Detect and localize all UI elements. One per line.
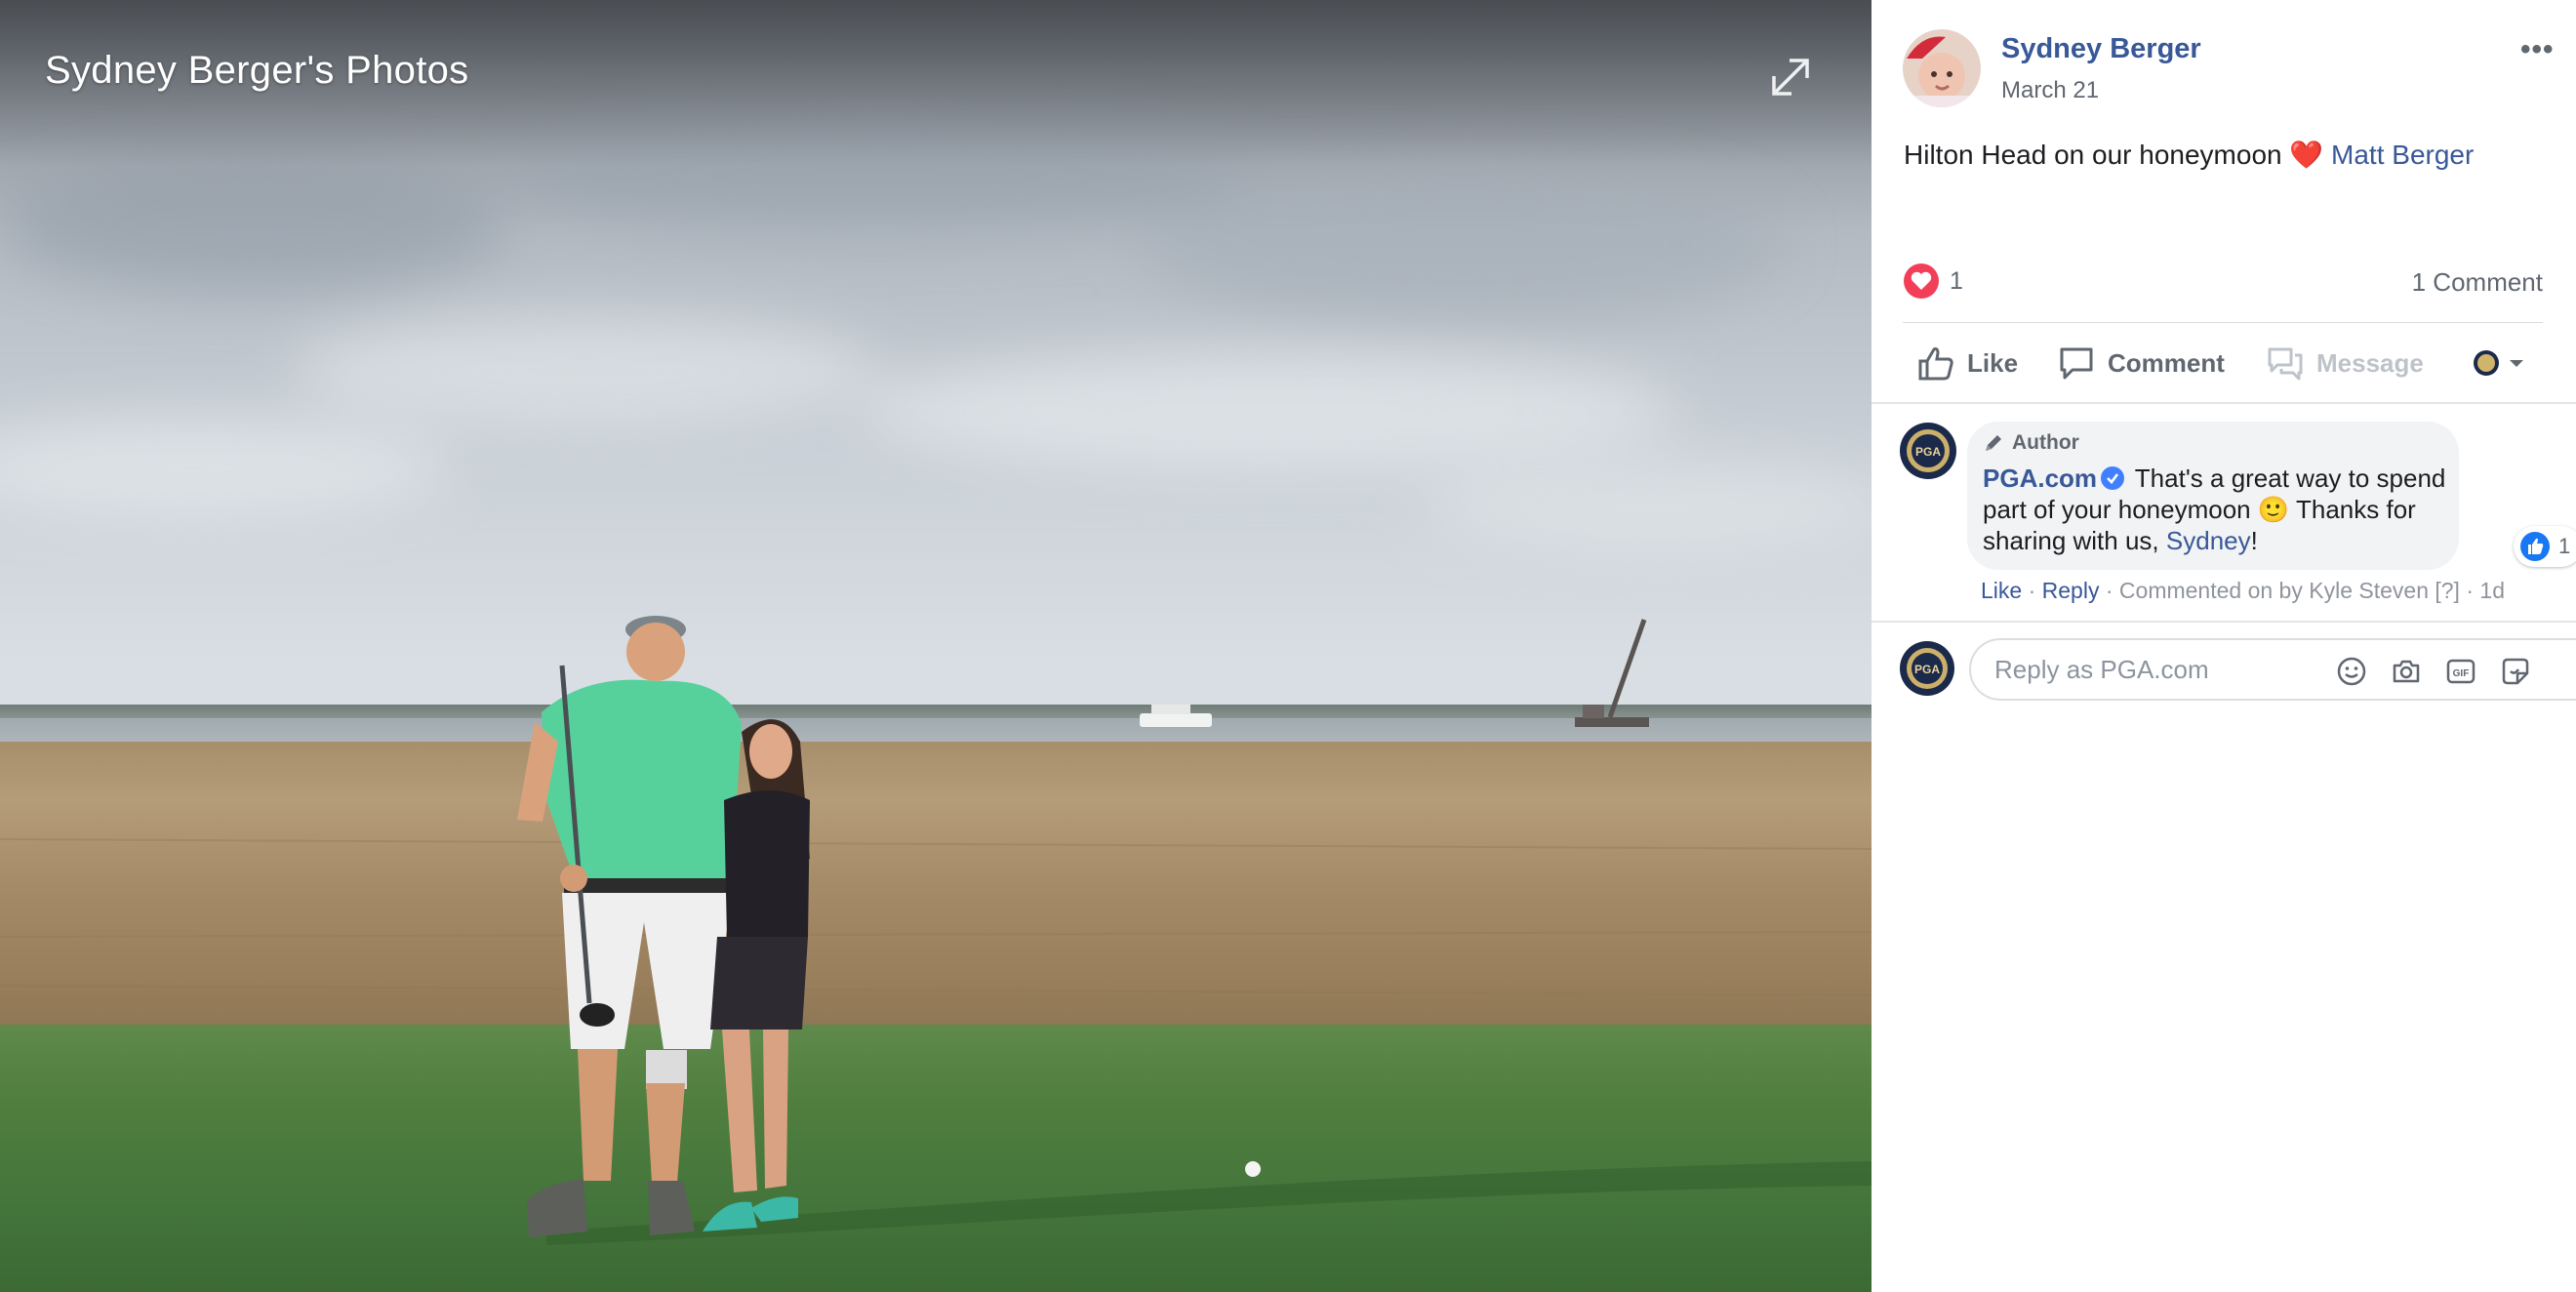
tagged-person-link[interactable]: Matt Berger bbox=[2331, 140, 2474, 170]
more-options-icon[interactable]: ••• bbox=[2520, 33, 2555, 66]
comment-reply-link[interactable]: Reply bbox=[2042, 578, 2100, 603]
author-avatar[interactable] bbox=[1903, 29, 1981, 107]
barge-crane bbox=[1575, 619, 1649, 727]
emoji-icon[interactable] bbox=[2336, 656, 2367, 687]
section-divider bbox=[1872, 402, 2576, 404]
svg-text:PGA: PGA bbox=[1914, 663, 1940, 676]
thumbs-up-icon bbox=[1918, 347, 1953, 381]
like-button[interactable]: Like bbox=[1916, 343, 2018, 383]
comment-like-link[interactable]: Like bbox=[1981, 578, 2022, 603]
pga-mini-avatar bbox=[2474, 350, 2499, 376]
author-badge: Author bbox=[1983, 431, 2079, 455]
chevron-down-icon bbox=[2510, 360, 2523, 367]
reply-composer: PGA GIF bbox=[1872, 623, 2576, 710]
fullscreen-icon[interactable] bbox=[1768, 55, 1813, 100]
love-reaction-icon bbox=[1904, 263, 1939, 299]
gif-icon[interactable]: GIF bbox=[2445, 656, 2476, 687]
reply-tools: GIF bbox=[2336, 656, 2555, 687]
boat bbox=[1140, 705, 1212, 727]
golf-ball bbox=[1245, 1161, 1261, 1177]
comment-text: PGA.com That's a great way to spend part… bbox=[1983, 463, 2457, 556]
album-title: Sydney Berger's Photos bbox=[45, 49, 469, 92]
author-badge-label: Author bbox=[2012, 431, 2079, 454]
comment-label: Comment bbox=[2108, 347, 2225, 378]
comment-bubble-icon bbox=[2060, 347, 2093, 380]
comment-like-number: 1 bbox=[2558, 534, 2571, 558]
sticker-icon[interactable] bbox=[2500, 656, 2531, 687]
pga-reply-avatar: PGA bbox=[1900, 641, 1954, 696]
comment-meta: Like · Reply · Commented on by Kyle Stev… bbox=[1981, 578, 2505, 604]
meta-separator: · bbox=[2105, 578, 2113, 603]
comment-count-link[interactable]: 1 Comment bbox=[2412, 267, 2543, 298]
commented-by[interactable]: Commented on by Kyle Steven [?] bbox=[2119, 578, 2460, 603]
svg-text:PGA: PGA bbox=[1915, 445, 1941, 459]
meta-separator: · bbox=[2028, 578, 2036, 603]
post-timestamp[interactable]: March 21 bbox=[2001, 77, 2099, 104]
author-name-link[interactable]: Sydney Berger bbox=[2001, 33, 2201, 65]
mention-link[interactable]: Sydney bbox=[2166, 526, 2251, 555]
post-text: Hilton Head on our honeymoon bbox=[1904, 140, 2282, 170]
post-panel: Sydney Berger March 21 ••• Hilton Head o… bbox=[1872, 0, 2576, 1292]
reactions-summary[interactable]: 1 bbox=[1903, 262, 1963, 301]
like-label: Like bbox=[1967, 347, 2019, 378]
photo-scene bbox=[0, 616, 1872, 1245]
comment-bubble: Author PGA.com That's a great way to spe… bbox=[1967, 422, 2576, 570]
comment-like-count[interactable]: 1 bbox=[2514, 526, 2576, 567]
verified-badge-icon bbox=[2101, 466, 2125, 490]
man-figure bbox=[517, 616, 742, 1237]
comment-button[interactable]: Comment bbox=[2057, 343, 2225, 383]
photo-viewer: Sydney Berger's Photos bbox=[0, 0, 1872, 1292]
meta-separator: · bbox=[2466, 578, 2475, 603]
heart-emoji-icon: ❤️ bbox=[2289, 140, 2324, 170]
commenter-name-link[interactable]: PGA.com bbox=[1983, 464, 2097, 493]
message-button[interactable]: Message bbox=[2266, 343, 2424, 383]
comment-text-end: ! bbox=[2250, 526, 2258, 555]
like-reaction-icon bbox=[2520, 532, 2550, 561]
svg-text:GIF: GIF bbox=[2453, 668, 2470, 679]
camera-icon[interactable] bbox=[2391, 656, 2422, 687]
post-actions: Like Comment Message bbox=[1903, 326, 2543, 400]
pga-avatar[interactable]: PGA bbox=[1899, 422, 1957, 480]
post-message: Hilton Head on our honeymoon ❤️ Matt Ber… bbox=[1904, 139, 2474, 171]
pen-icon bbox=[1986, 435, 2001, 451]
comment-time[interactable]: 1d bbox=[2479, 578, 2505, 603]
divider bbox=[1903, 322, 2543, 323]
message-bubbles-icon bbox=[2268, 347, 2303, 381]
reaction-count: 1 bbox=[1950, 266, 1963, 295]
smile-emoji-icon: 🙂 bbox=[2257, 495, 2290, 524]
message-label: Message bbox=[2316, 347, 2424, 378]
post-as-selector[interactable] bbox=[2473, 349, 2527, 377]
